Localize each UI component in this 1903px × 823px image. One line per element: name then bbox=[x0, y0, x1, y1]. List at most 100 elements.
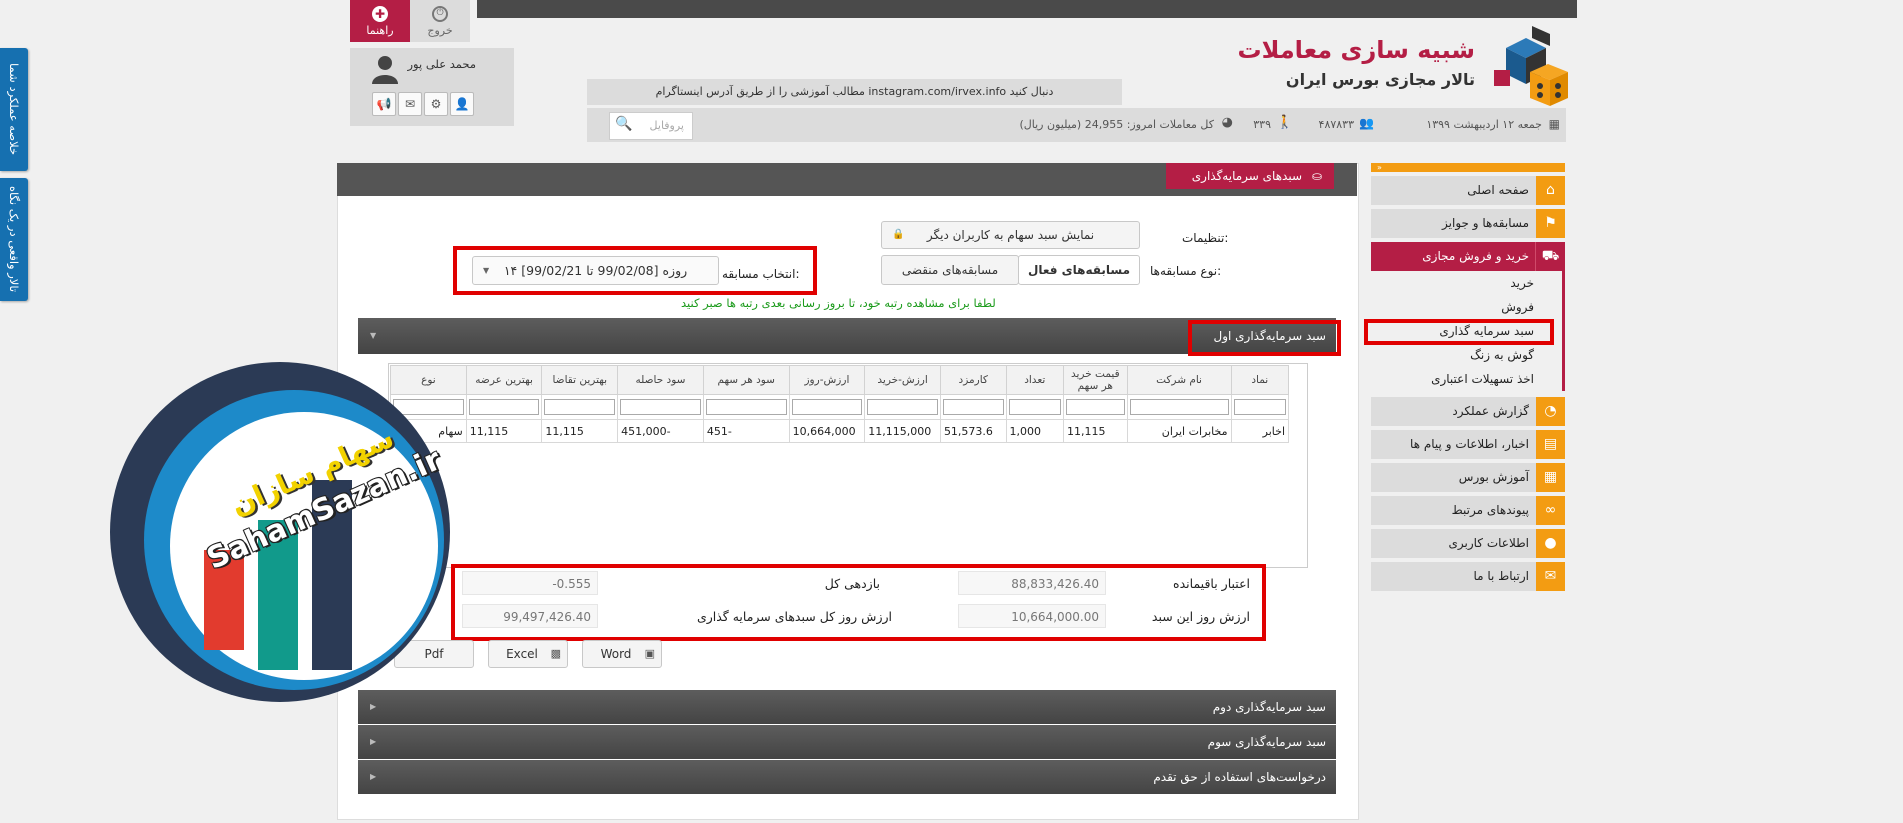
remaining-credit-label: اعتبار باقیمانده bbox=[1173, 576, 1250, 591]
menu-item-label: آموزش بورس bbox=[1458, 470, 1529, 484]
expired-contests-button[interactable]: مسابقه‌های منقضی bbox=[881, 255, 1019, 285]
word-icon: ▣ bbox=[644, 647, 655, 660]
filter-input[interactable] bbox=[617, 394, 704, 420]
side-tab-real-market[interactable]: تالار واقعی در یک نگاه bbox=[0, 178, 28, 301]
home-icon: ⌂ bbox=[1536, 176, 1565, 205]
chevron-right-icon: ▶ bbox=[370, 772, 377, 781]
menu-collapse-handle[interactable]: » bbox=[1371, 163, 1565, 172]
users-icon: 👥 bbox=[1359, 116, 1374, 130]
user-box: محمد علی پور 👤 ⚙ ✉ 📢 bbox=[350, 48, 514, 126]
megaphone-icon: 📢 bbox=[376, 97, 392, 111]
show-basket-label: نمایش سبد سهام به کاربران دیگر bbox=[926, 228, 1095, 242]
submenu-alerts[interactable]: گوش به زنگ bbox=[1371, 343, 1565, 367]
submenu-credit[interactable]: اخذ تسهیلات اعتباری bbox=[1371, 367, 1565, 391]
cell-profit: -451,000 bbox=[617, 419, 704, 443]
menu-item-links[interactable]: ∞ پیوندهای مرتبط bbox=[1371, 496, 1565, 525]
active-contests-button[interactable]: مسابقه‌های فعال bbox=[1018, 255, 1140, 285]
settings-button[interactable]: ⚙ bbox=[424, 92, 448, 116]
accordion-preemptive-requests[interactable]: ▶ درخواست‌های استفاده از حق تقدم bbox=[358, 760, 1336, 794]
cell-buy-price: 11,115 bbox=[1063, 419, 1128, 443]
filter-input[interactable] bbox=[1126, 394, 1232, 420]
col-quantity[interactable]: تعداد bbox=[1005, 365, 1065, 395]
filter-input[interactable] bbox=[788, 394, 866, 420]
filter-row bbox=[390, 394, 1289, 420]
stats-bar: ▦ جمعه ۱۲ اردیبهشت ۱۳۹۹ 👥 ۴۸۷۸۳۳ 🚶 ۳۳۹ ◕… bbox=[587, 108, 1566, 142]
members-count: ۴۸۷۸۳۳ bbox=[1318, 118, 1354, 131]
messages-button[interactable]: ✉ bbox=[398, 92, 422, 116]
filter-input[interactable] bbox=[1005, 394, 1065, 420]
notify-button[interactable]: 📢 bbox=[372, 92, 396, 116]
menu-item-contests[interactable]: ⚑ مسابقه‌ها و جوایز bbox=[1371, 209, 1565, 238]
filter-input[interactable] bbox=[465, 394, 543, 420]
cell-best-ask: 11,115 bbox=[465, 419, 543, 443]
filter-input[interactable] bbox=[702, 394, 790, 420]
excel-icon: ▩ bbox=[550, 647, 561, 660]
profile-button[interactable]: 👤 bbox=[450, 92, 474, 116]
basket-value-value: 10,664,000.00 bbox=[958, 604, 1106, 628]
menu-item-label: خرید و فروش مجازی bbox=[1422, 249, 1529, 263]
exit-button[interactable]: ⏻ خروج bbox=[410, 0, 470, 42]
menu-item-education[interactable]: ▦ آموزش بورس bbox=[1371, 463, 1565, 492]
menu-item-user-info[interactable]: ● اطلاعات کاربری bbox=[1371, 529, 1565, 558]
pie-chart-icon: ◔ bbox=[1536, 397, 1565, 426]
submenu-sell[interactable]: فروش bbox=[1371, 295, 1565, 319]
filter-input[interactable] bbox=[541, 394, 619, 420]
help-label: راهنما bbox=[366, 24, 394, 37]
cell-day-value: 10,664,000 bbox=[788, 419, 866, 443]
online-count: ۳۳۹ bbox=[1253, 118, 1271, 131]
accordion-third-basket[interactable]: ▶ سبد سرمایه‌گذاری سوم bbox=[358, 725, 1336, 759]
profile-search-input[interactable]: 🔍 پروفایل bbox=[609, 112, 693, 140]
col-buy-price[interactable]: قیمت خرید هر سهم bbox=[1063, 365, 1128, 395]
side-tab-performance-summary[interactable]: خلاصه عملکرد شما bbox=[0, 48, 28, 171]
col-fee[interactable]: کارمزد bbox=[939, 365, 1007, 395]
menu-item-label: اخبار، اطلاعات و پیام ها bbox=[1410, 437, 1529, 451]
menu-item-contact[interactable]: ✉ ارتباط با ما bbox=[1371, 562, 1565, 591]
accordion-second-basket[interactable]: ▶ سبد سرمایه‌گذاری دوم bbox=[358, 690, 1336, 724]
submenu-buy[interactable]: خرید bbox=[1371, 271, 1565, 295]
search-icon[interactable]: 🔍 bbox=[615, 116, 632, 132]
col-best-bid[interactable]: بهترین تقاضا bbox=[541, 365, 619, 395]
col-day-value[interactable]: ارزش-روز bbox=[788, 365, 866, 395]
cell-company: مخابرات ایران bbox=[1126, 419, 1232, 443]
help-button[interactable]: ✚ راهنما bbox=[350, 0, 410, 42]
show-basket-toggle[interactable]: 🔒 نمایش سبد سهام به کاربران دیگر bbox=[881, 221, 1140, 249]
col-symbol[interactable]: نماد bbox=[1230, 365, 1289, 395]
link-icon: ∞ bbox=[1536, 496, 1565, 525]
search-placeholder: پروفایل bbox=[649, 119, 684, 132]
export-excel-label: Excel bbox=[506, 647, 538, 661]
chevron-down-icon: ▼ bbox=[370, 331, 377, 340]
filter-input[interactable] bbox=[1230, 394, 1289, 420]
avatar[interactable] bbox=[370, 54, 400, 84]
main-menu: » ⌂ صفحه اصلی ⚑ مسابقه‌ها و جوایز ⛟ خرید و … bbox=[1371, 163, 1565, 591]
table-row[interactable]: اخابر مخابرات ایران 11,115 1,000 51,573.… bbox=[390, 419, 1289, 443]
highlight-contest-select bbox=[453, 246, 817, 295]
person-icon: 👤 bbox=[454, 97, 470, 111]
col-company[interactable]: نام شرکت bbox=[1126, 365, 1232, 395]
total-return-value: -0.555 bbox=[462, 571, 598, 595]
menu-item-performance[interactable]: ◔ گزارش عملکرد bbox=[1371, 397, 1565, 426]
power-icon: ⏻ bbox=[432, 6, 448, 22]
col-profit[interactable]: سود حاصله bbox=[617, 365, 704, 395]
logo-title: شبیه سازی معاملات bbox=[1237, 36, 1475, 64]
logo[interactable]: شبیه سازی معاملات تالار مجازی بورس ایران bbox=[1237, 22, 1570, 106]
highlight-portfolio-menu bbox=[1364, 319, 1554, 345]
menu-item-label: گزارش عملکرد bbox=[1452, 404, 1529, 418]
filter-input[interactable] bbox=[939, 394, 1007, 420]
col-buy-value[interactable]: ارزش-خرید bbox=[864, 365, 941, 395]
book-icon: ▦ bbox=[1536, 463, 1565, 492]
portfolio-table: نماد نام شرکت قیمت خرید هر سهم تعداد کار… bbox=[390, 365, 1289, 443]
news-icon: ▤ bbox=[1536, 430, 1565, 459]
export-excel-button[interactable]: ▩ Excel bbox=[488, 640, 568, 668]
menu-item-news[interactable]: ▤ اخبار، اطلاعات و پیام ها bbox=[1371, 430, 1565, 459]
filter-input[interactable] bbox=[1063, 394, 1128, 420]
export-word-button[interactable]: ▣ Word bbox=[582, 640, 662, 668]
col-best-ask[interactable]: بهترین عرضه bbox=[465, 365, 543, 395]
filter-input[interactable] bbox=[864, 394, 941, 420]
menu-item-home[interactable]: ⌂ صفحه اصلی bbox=[1371, 176, 1565, 205]
lock-icon: 🔒 bbox=[892, 229, 905, 240]
cell-buy-value: 11,115,000 bbox=[864, 419, 941, 443]
menu-item-label: صفحه اصلی bbox=[1467, 183, 1529, 197]
cell-fee: 51,573.6 bbox=[939, 419, 1007, 443]
menu-item-virtual-trading[interactable]: ⛟ خرید و فروش مجازی bbox=[1371, 242, 1565, 271]
col-profit-per-share[interactable]: سود هر سهم bbox=[702, 365, 790, 395]
